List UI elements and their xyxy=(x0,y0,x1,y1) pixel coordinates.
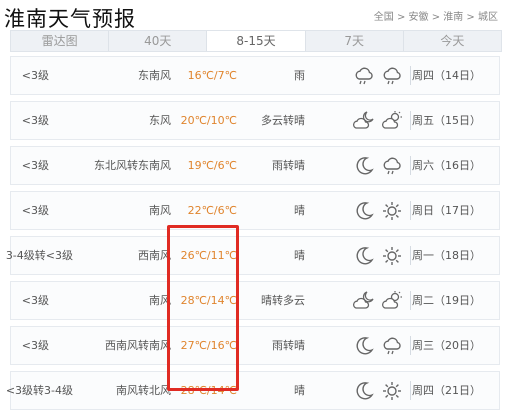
forecast-row: 周四（21日） 晴 28℃/14℃ 南风转北风 <3级转3-4级 xyxy=(6,371,500,410)
wind-direction: 东风 xyxy=(149,114,171,127)
partly-cloudy-icon xyxy=(381,290,403,327)
wind-direction: 南风 xyxy=(149,294,171,307)
forecast-row: 周六（16日） 雨转晴 19℃/6℃ 东北风转东南风 <3级 xyxy=(10,146,500,185)
weather-description: 晴转多云 xyxy=(261,294,305,307)
moon-icon xyxy=(353,155,375,192)
breadcrumb[interactable]: 全国 > 安徽 > 淮南 > 城区 xyxy=(374,8,498,23)
wind-level: <3级转3-4级 xyxy=(5,384,73,397)
tab-7-days[interactable]: 40天 xyxy=(109,31,208,51)
cloud-rain-icon xyxy=(381,335,403,372)
forecast-row: 周四（14日） 雨 16℃/7℃ 东南风 <3级 xyxy=(10,56,500,95)
moon-icon xyxy=(353,200,375,237)
row-divider xyxy=(410,381,411,400)
row-divider xyxy=(410,201,411,220)
temperature-range: 28℃/14℃ xyxy=(180,384,237,397)
wind-direction: 南风 xyxy=(149,204,171,217)
tab-8-15-days[interactable]: 8-15天 xyxy=(207,31,306,51)
temperature-range: 16℃/7℃ xyxy=(187,69,237,82)
wind-direction: 南风转北风 xyxy=(116,384,171,397)
wind-direction: 东南风 xyxy=(138,69,171,82)
weather-description: 晴 xyxy=(294,204,305,217)
wind-level: <3级 xyxy=(21,339,49,352)
forecast-row: 周二（19日） 晴转多云 28℃/14℃ 南风 <3级 xyxy=(10,281,500,320)
row-divider xyxy=(410,66,411,85)
temperature-range: 28℃/14℃ xyxy=(180,294,237,307)
row-divider xyxy=(410,336,411,355)
moon-icon xyxy=(353,335,375,372)
partly-cloudy-icon xyxy=(381,110,403,147)
moon-icon xyxy=(353,245,375,282)
partly-cloudy-night-icon xyxy=(353,290,375,327)
forecast-row: 周三（20日） 雨转晴 27℃/16℃ 西南风转南风 <3级 xyxy=(10,326,500,365)
temperature-range: 26℃/11℃ xyxy=(180,249,237,262)
weather-description: 晴 xyxy=(294,249,305,262)
wind-direction: 东北风转东南风 xyxy=(94,159,171,172)
moon-icon xyxy=(353,380,375,417)
temperature-range: 27℃/16℃ xyxy=(180,339,237,352)
weather-description: 晴 xyxy=(294,384,305,397)
temperature-range: 20℃/10℃ xyxy=(180,114,237,127)
row-divider xyxy=(410,246,411,265)
tab-radar[interactable]: 今天 xyxy=(404,31,501,51)
forecast-day: 周三（20日） xyxy=(412,339,481,352)
forecast-day: 周日（17日） xyxy=(412,204,481,217)
temperature-range: 22℃/6℃ xyxy=(187,204,237,217)
forecast-tabs: 雷达图 40天 8-15天 7天 今天 xyxy=(10,30,502,52)
wind-level: <3级 xyxy=(21,69,49,82)
wind-level: <3级 xyxy=(21,294,49,307)
weather-description: 雨 xyxy=(294,69,305,82)
forecast-day: 周四（21日） xyxy=(412,384,481,397)
page-title: 淮南天气预报 xyxy=(4,7,136,31)
forecast-day: 周二（19日） xyxy=(412,294,481,307)
wind-direction: 西南风转南风 xyxy=(105,339,171,352)
forecast-row: 周五（15日） 多云转晴 20℃/10℃ 东风 <3级 xyxy=(10,101,500,140)
row-divider xyxy=(410,291,411,310)
sun-icon xyxy=(381,380,403,417)
wind-level: <3级 xyxy=(21,204,49,217)
wind-level: 3-4级转<3级 xyxy=(5,249,73,262)
forecast-list: 周四（14日） 雨 16℃/7℃ 东南风 <3级 周五（15日） 多云转晴 20… xyxy=(6,56,500,416)
weather-description: 多云转晴 xyxy=(261,114,305,127)
wind-direction: 西南风 xyxy=(138,249,171,262)
forecast-day: 周一（18日） xyxy=(412,249,481,262)
forecast-row: 周日（17日） 晴 22℃/6℃ 南风 <3级 xyxy=(10,191,500,230)
cloud-rain-icon xyxy=(353,65,375,102)
row-divider xyxy=(410,111,411,130)
tab-today[interactable]: 雷达图 xyxy=(11,31,110,51)
partly-cloudy-night-icon xyxy=(353,110,375,147)
forecast-day: 周四（14日） xyxy=(412,69,481,82)
forecast-day: 周六（16日） xyxy=(412,159,481,172)
tab-40-days[interactable]: 7天 xyxy=(306,31,404,51)
cloud-rain-icon xyxy=(381,65,403,102)
wind-level: <3级 xyxy=(21,159,49,172)
cloud-rain-icon xyxy=(381,155,403,192)
forecast-row: 周一（18日） 晴 26℃/11℃ 西南风 3-4级转<3级 xyxy=(6,236,500,275)
weather-description: 雨转晴 xyxy=(272,339,305,352)
weather-description: 雨转晴 xyxy=(272,159,305,172)
sun-icon xyxy=(381,245,403,282)
wind-level: <3级 xyxy=(21,114,49,127)
row-divider xyxy=(410,156,411,175)
temperature-range: 19℃/6℃ xyxy=(187,159,237,172)
forecast-day: 周五（15日） xyxy=(412,114,481,127)
sun-icon xyxy=(381,200,403,237)
